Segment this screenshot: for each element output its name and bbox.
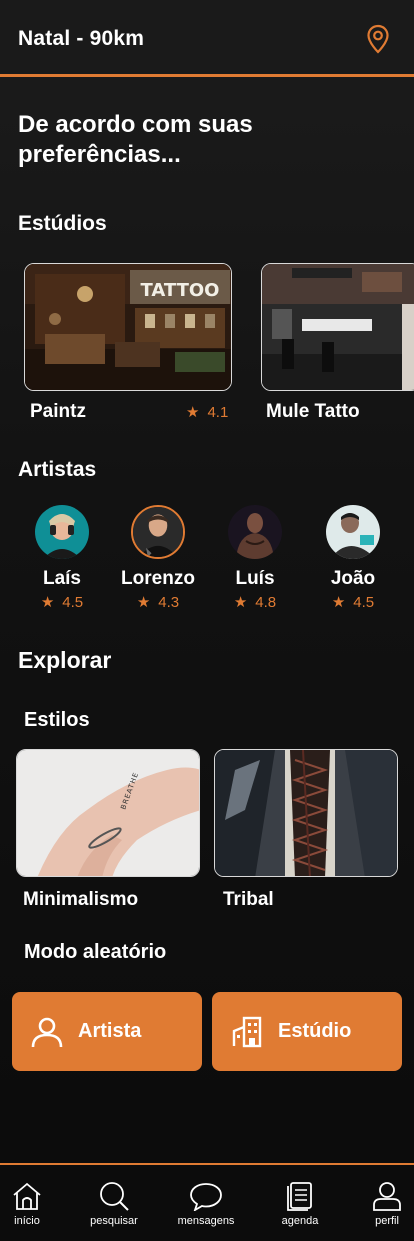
random-mode-title: Modo aleatório xyxy=(24,941,167,963)
avatar xyxy=(228,505,282,559)
star-icon: ★ xyxy=(331,594,346,611)
rating-value: 4.8 xyxy=(255,593,277,611)
style-photo-tribal xyxy=(215,750,397,876)
chat-icon xyxy=(190,1183,222,1211)
artist-name: Laís xyxy=(42,568,82,589)
star-icon: ★ xyxy=(233,594,248,611)
style-card-minimalismo[interactable]: BREATHE xyxy=(16,749,200,877)
building-icon xyxy=(232,1016,262,1047)
nav-item-agenda[interactable]: agenda xyxy=(260,1181,340,1227)
star-icon: ★ xyxy=(40,594,55,611)
page-headline: De acordo com suas preferências... xyxy=(18,111,253,168)
artist-name: Luís xyxy=(235,568,275,589)
studios-section-title: Estúdios xyxy=(18,212,107,235)
artist-name: João xyxy=(330,568,376,589)
style-name-minimalismo[interactable]: Minimalismo xyxy=(23,889,138,911)
rating-value: 4.1 xyxy=(207,403,229,421)
style-name-tribal[interactable]: Tribal xyxy=(223,889,274,911)
artists-section-title: Artistas xyxy=(18,458,97,481)
avatar xyxy=(326,505,380,559)
nav-label: perfil xyxy=(375,1215,399,1227)
artist-rating: ★ 4.3 xyxy=(110,593,206,612)
style-card-tribal[interactable] xyxy=(214,749,398,877)
avatar xyxy=(131,505,185,559)
avatar xyxy=(35,505,89,559)
nav-label: mensagens xyxy=(177,1215,235,1227)
star-icon: ★ xyxy=(186,404,200,421)
location-pin-icon[interactable] xyxy=(365,24,391,54)
nav-label: pesquisar xyxy=(90,1215,138,1227)
artist-name: Lorenzo xyxy=(121,568,195,589)
nav-item-perfil[interactable]: perfil xyxy=(347,1181,414,1227)
studio-card-mule-tatto[interactable] xyxy=(261,263,414,391)
random-artist-label: Artista xyxy=(78,1020,142,1042)
user-icon xyxy=(31,1017,63,1047)
studio-sign-text: TATTOO xyxy=(141,280,220,301)
artist-rating: ★ 4.8 xyxy=(207,593,303,612)
nav-item-pesquisar[interactable]: pesquisar xyxy=(74,1181,154,1227)
style-photo-minimalismo: BREATHE xyxy=(17,750,199,876)
rating-value: 4.3 xyxy=(158,593,180,611)
studio-photo-mule-tatto xyxy=(262,264,414,390)
artist-lorenzo[interactable]: Lorenzo ★ 4.3 xyxy=(110,505,206,611)
nav-item-inicio[interactable]: início xyxy=(0,1181,67,1227)
studio-rating-paintz: ★ 4.1 xyxy=(186,403,229,422)
artist-rating: ★ 4.5 xyxy=(305,593,401,612)
random-artist-button[interactable]: Artista xyxy=(12,992,202,1071)
calendar-icon xyxy=(287,1182,312,1211)
rating-value: 4.5 xyxy=(353,593,375,611)
artist-luis[interactable]: Luís ★ 4.8 xyxy=(207,505,303,611)
nav-item-mensagens[interactable]: mensagens xyxy=(166,1181,246,1227)
artist-rating: ★ 4.5 xyxy=(14,593,110,612)
home-icon xyxy=(13,1182,41,1210)
artist-lais[interactable]: Laís ★ 4.5 xyxy=(14,505,110,611)
top-bar: Natal - 90km xyxy=(0,0,414,77)
artist-joao[interactable]: João ★ 4.5 xyxy=(305,505,401,611)
profile-icon xyxy=(373,1182,401,1211)
explore-section-title: Explorar xyxy=(18,647,112,673)
studio-photo-paintz: TATTOO xyxy=(25,264,231,390)
styles-section-title: Estilos xyxy=(24,709,90,731)
star-icon: ★ xyxy=(136,594,151,611)
nav-label: início xyxy=(14,1215,40,1227)
bottom-navigation: início pesquisar mensagens agenda perfil xyxy=(0,1163,414,1241)
search-icon xyxy=(100,1182,129,1211)
studio-name-mule-tatto[interactable]: Mule Tatto xyxy=(266,401,360,423)
nav-label: agenda xyxy=(281,1215,319,1227)
random-studio-button[interactable]: Estúdio xyxy=(212,992,402,1071)
studio-card-paintz[interactable]: TATTOO xyxy=(24,263,232,391)
studio-name-paintz[interactable]: Paintz xyxy=(30,401,86,423)
random-studio-label: Estúdio xyxy=(278,1020,352,1042)
location-label[interactable]: Natal - 90km xyxy=(18,27,144,51)
rating-value: 4.5 xyxy=(62,593,84,611)
